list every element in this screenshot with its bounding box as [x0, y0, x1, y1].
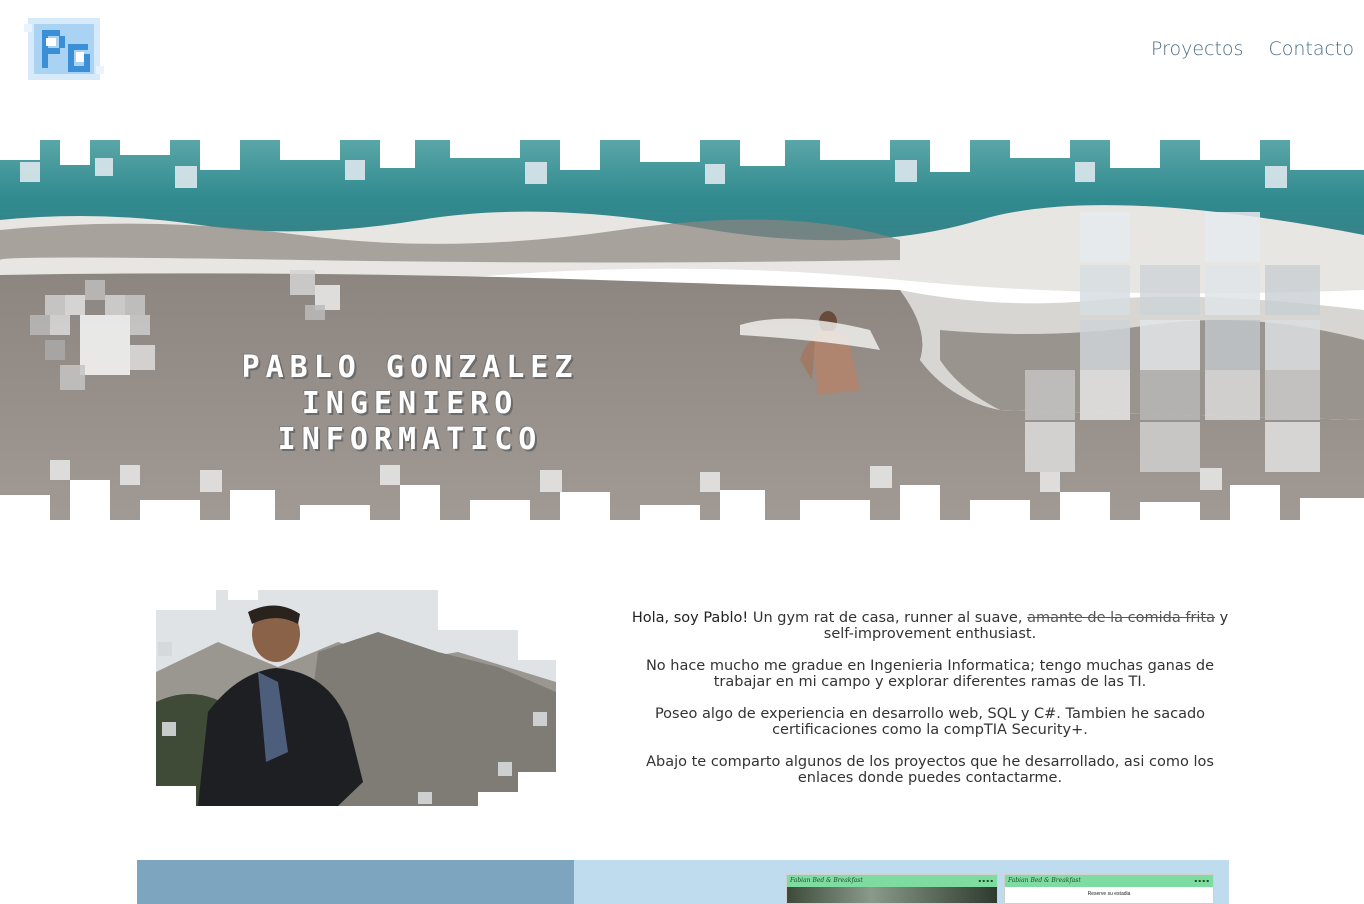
- greeting: Hola, soy Pablo!: [631, 610, 749, 626]
- project-panel-left: [137, 860, 574, 904]
- thumb-nav: ▪ ▪ ▪ ▪: [978, 878, 993, 883]
- nav-proyectos[interactable]: Proyectos: [1151, 38, 1244, 60]
- about-paragraph-2: No hace mucho me gradue en Ingenieria In…: [645, 658, 1215, 690]
- thumb-header: Fabian Bed & Breakfast ▪ ▪ ▪ ▪: [787, 875, 997, 887]
- intro-text: Un gym rat de casa, runner al suave,: [748, 610, 1028, 626]
- profile-photo: [138, 572, 570, 820]
- hero-role: INGENIERO INFORMATICO: [277, 386, 543, 457]
- about-paragraph-4: Abajo te comparto algunos de los proyect…: [646, 754, 1214, 786]
- project-thumbnail-1[interactable]: Fabian Bed & Breakfast ▪ ▪ ▪ ▪: [786, 874, 998, 904]
- hero-name: PABLO GONZALEZ: [241, 350, 579, 385]
- thumb-title: Fabian Bed & Breakfast: [790, 877, 863, 884]
- project-thumbnail-2[interactable]: Fabian Bed & Breakfast ▪ ▪ ▪ ▪ Reserve s…: [1004, 874, 1214, 904]
- nav-contacto[interactable]: Contacto: [1268, 38, 1354, 60]
- about-paragraph-3: Poseo algo de experiencia en desarrollo …: [654, 706, 1206, 738]
- thumb-header: Fabian Bed & Breakfast ▪ ▪ ▪ ▪: [1005, 875, 1213, 887]
- about-paragraph-1: Hola, soy Pablo! Un gym rat de casa, run…: [620, 610, 1240, 642]
- about-text: Hola, soy Pablo! Un gym rat de casa, run…: [620, 610, 1240, 802]
- logo[interactable]: [24, 14, 104, 84]
- thumb-title: Fabian Bed & Breakfast: [1008, 877, 1081, 884]
- struck-text: amante de la comida frita: [1027, 610, 1215, 626]
- hero-photo: [0, 100, 1364, 550]
- thumb-nav: ▪ ▪ ▪ ▪: [1194, 878, 1209, 883]
- site-header: Proyectos Contacto: [0, 0, 1364, 100]
- hero-title: PABLO GONZALEZ INGENIERO INFORMATICO: [160, 350, 660, 458]
- hero-banner: PABLO GONZALEZ INGENIERO INFORMATICO: [0, 100, 1364, 550]
- thumb-caption: Reserve su estadia: [1087, 891, 1131, 897]
- thumb-image: [787, 887, 997, 903]
- main-nav: Proyectos Contacto: [1151, 38, 1354, 60]
